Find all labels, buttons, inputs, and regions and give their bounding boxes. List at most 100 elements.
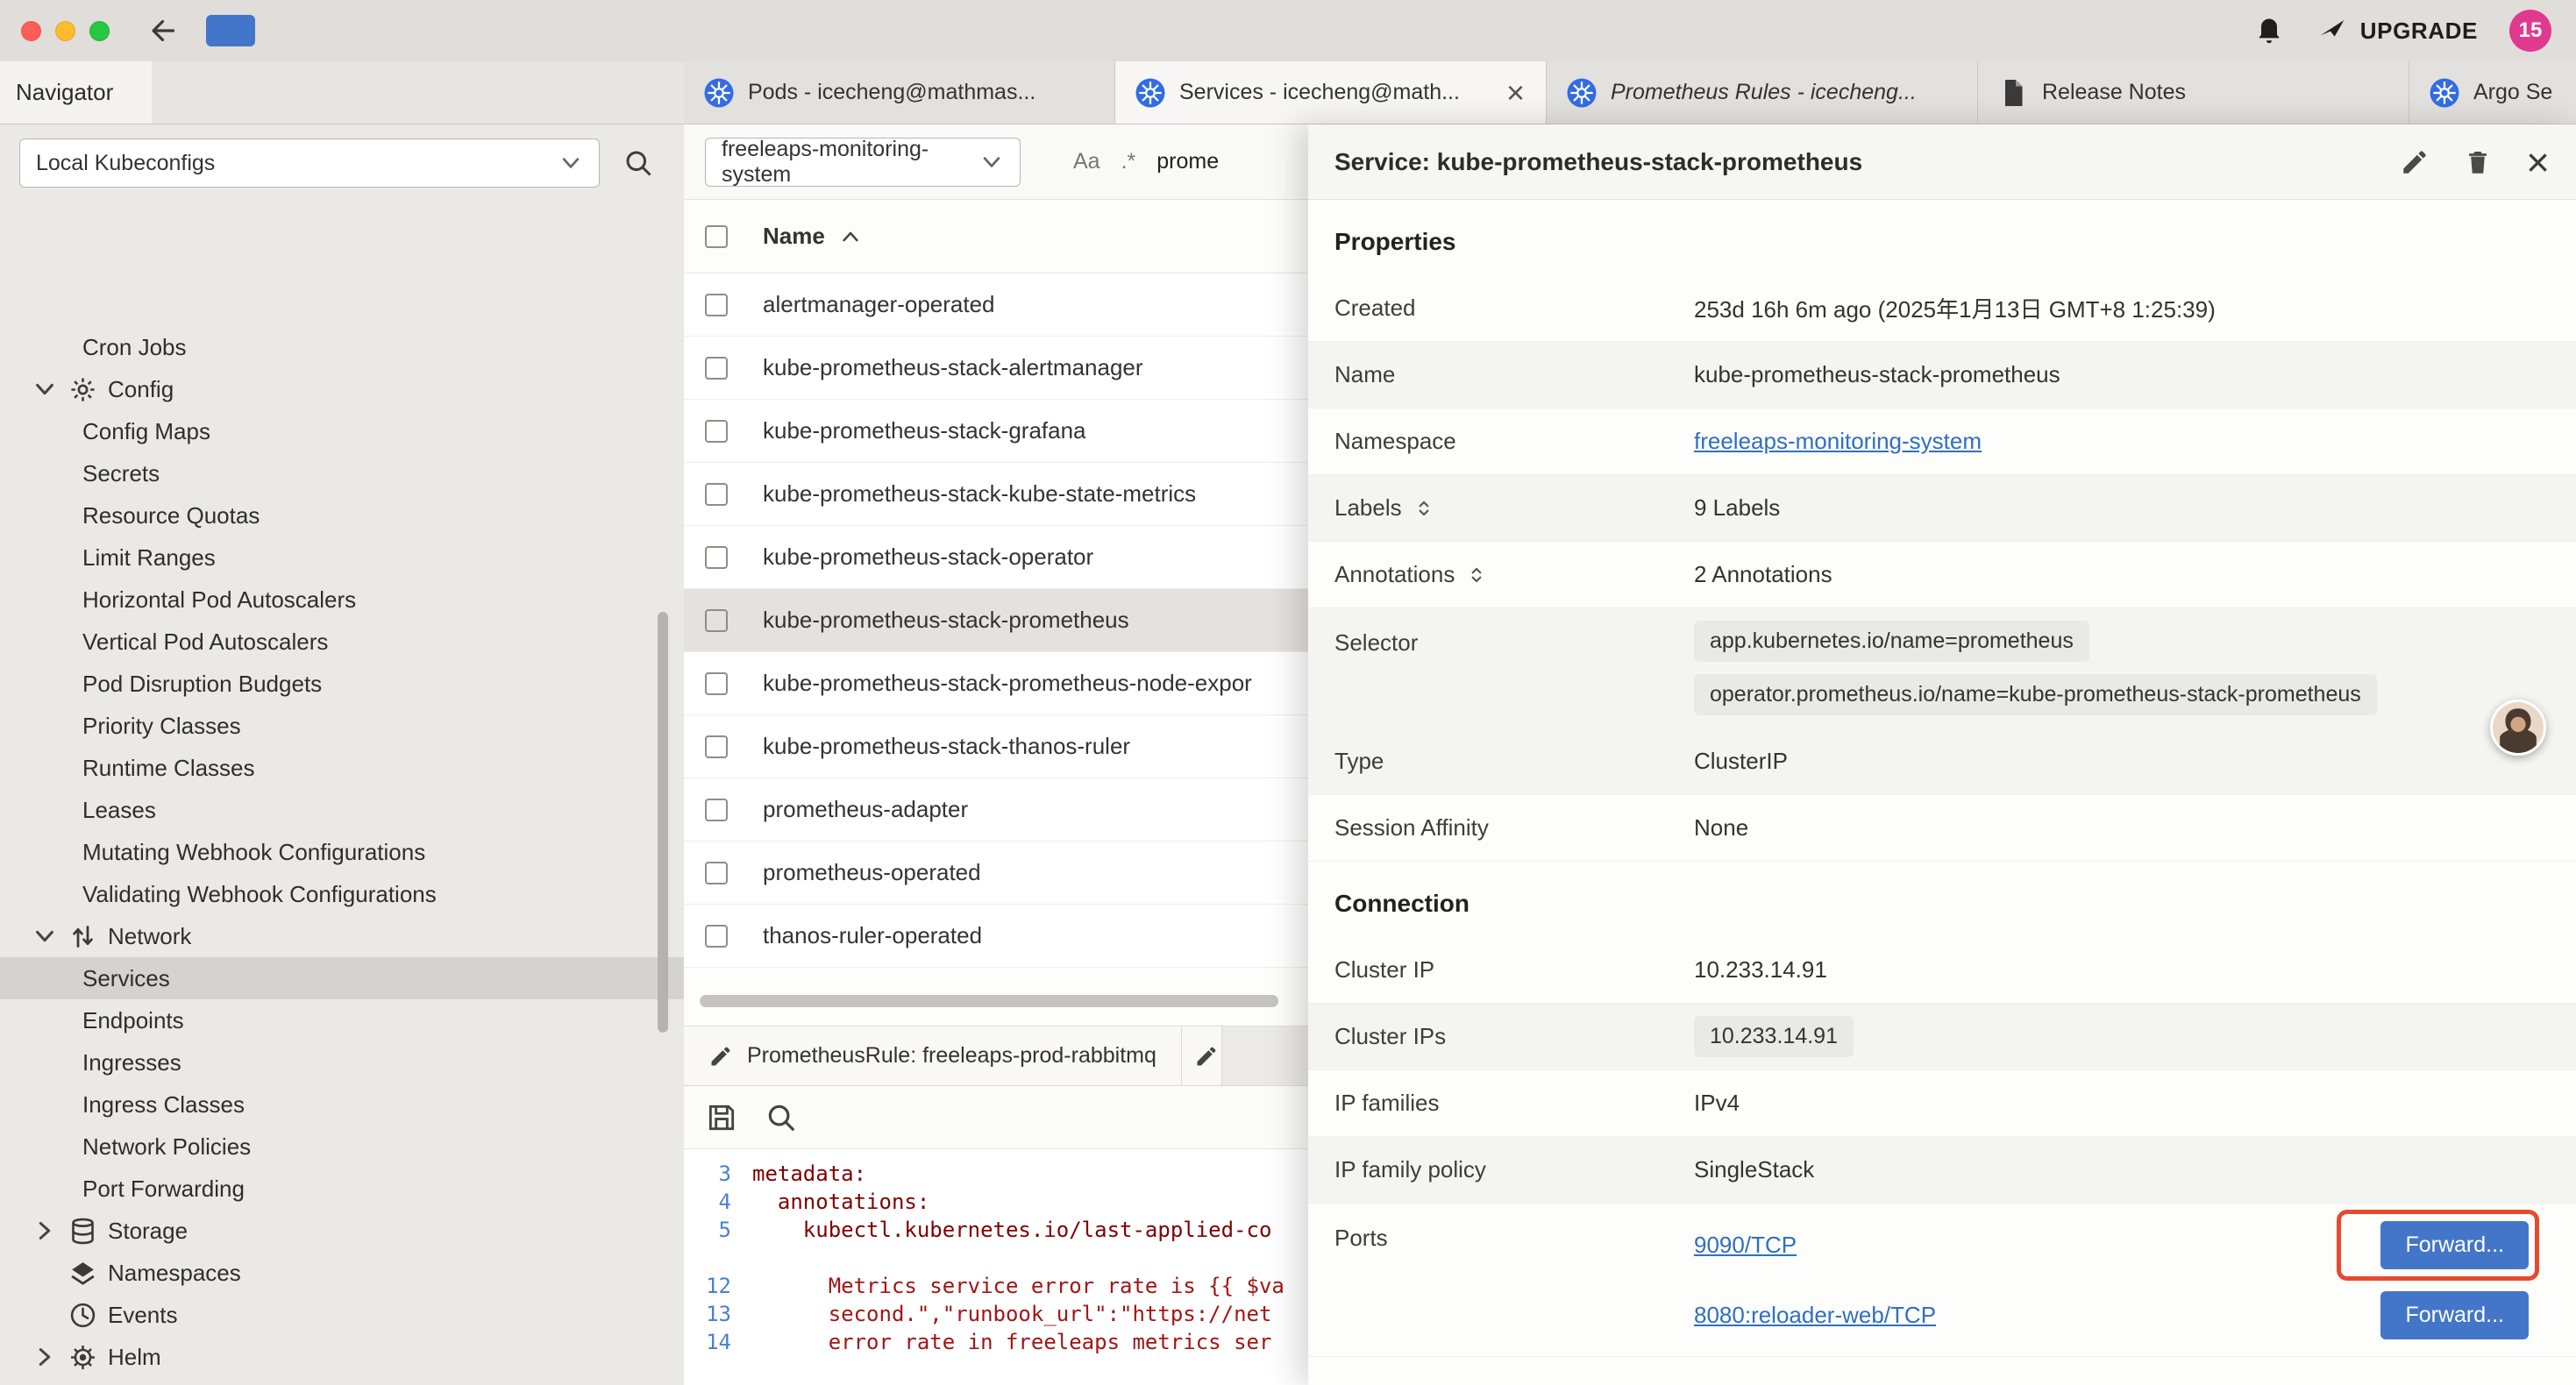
sort-ascending-icon[interactable]	[839, 225, 862, 248]
drawer-title: Service: kube-prometheus-stack-prometheu…	[1334, 148, 1862, 176]
sidebar-item-storage[interactable]: Storage	[0, 1210, 684, 1252]
sidebar-item-namespaces[interactable]: Namespaces	[0, 1252, 684, 1294]
sidebar-item-resource-quotas[interactable]: Resource Quotas	[0, 494, 684, 536]
details-drawer: Service: kube-prometheus-stack-prometheu…	[1308, 124, 2576, 1385]
helm-icon	[68, 1343, 97, 1372]
sidebar-item-mutating-webhook-configurations[interactable]: Mutating Webhook Configurations	[0, 831, 684, 873]
chevron-down-icon[interactable]	[32, 923, 58, 949]
port-entry: 8080:reloader-web/TCP Forward...	[1694, 1286, 2550, 1344]
regex-toggle[interactable]: .*	[1121, 149, 1136, 174]
sidebar-item-limit-ranges[interactable]: Limit Ranges	[0, 536, 684, 579]
row-checkbox[interactable]	[705, 799, 728, 821]
close-icon[interactable]: ×	[2526, 142, 2550, 182]
notification-count-badge[interactable]: 15	[2509, 10, 2551, 52]
port-link[interactable]: 8080:reloader-web/TCP	[1694, 1302, 1936, 1329]
sidebar-item-services[interactable]: Services	[0, 957, 684, 999]
row-checkbox[interactable]	[705, 672, 728, 695]
expand-toggle-icon[interactable]	[1465, 564, 1488, 586]
row-checkbox[interactable]	[705, 735, 728, 758]
sidebar-item-ingress-classes[interactable]: Ingress Classes	[0, 1083, 684, 1126]
detail-row-created: Created253d 16h 6m ago (2025年1月13日 GMT+8…	[1308, 275, 2576, 342]
row-checkbox[interactable]	[705, 546, 728, 569]
sidebar-item-runtime-classes[interactable]: Runtime Classes	[0, 747, 684, 789]
zoom-window-button[interactable]	[89, 21, 110, 41]
delete-icon[interactable]	[2463, 147, 2493, 177]
sidebar-item-secrets[interactable]: Secrets	[0, 452, 684, 494]
close-window-button[interactable]	[21, 21, 41, 41]
search-icon[interactable]	[765, 1101, 798, 1134]
sidebar-item-horizontal-pod-autoscalers[interactable]: Horizontal Pod Autoscalers	[0, 579, 684, 621]
notifications-bell-icon[interactable]	[2253, 15, 2285, 46]
row-checkbox[interactable]	[705, 294, 728, 316]
tab-release-notes[interactable]: Release Notes	[1978, 61, 2409, 124]
forward-button[interactable]: Forward...	[2380, 1291, 2529, 1339]
sidebar-item-endpoints[interactable]: Endpoints	[0, 999, 684, 1041]
forward-button[interactable]: Forward...	[2380, 1221, 2529, 1269]
search-input[interactable]: Aa .* prome	[1073, 149, 1219, 174]
sidebar-item-helm[interactable]: Helm	[0, 1336, 684, 1378]
ip-family-policy-value: SingleStack	[1694, 1156, 2550, 1183]
detail-row-annotations: Annotations2 Annotations	[1308, 542, 2576, 608]
tab-argo-se[interactable]: Argo Se	[2409, 61, 2576, 124]
tab-services-icecheng-math[interactable]: Services - icecheng@math...×	[1115, 61, 1547, 124]
row-checkbox[interactable]	[705, 925, 728, 948]
detail-row-ports: Ports9090/TCPForward...8080:reloader-web…	[1308, 1204, 2576, 1357]
section-heading-connection: Connection	[1308, 862, 2576, 937]
sidebar-item-access-control[interactable]: Access Control	[0, 1378, 684, 1385]
chevron-down-icon[interactable]	[32, 376, 58, 402]
match-case-toggle[interactable]: Aa	[1073, 149, 1100, 174]
kubeconfig-selector[interactable]: Local Kubeconfigs	[19, 138, 600, 188]
row-checkbox[interactable]	[705, 862, 728, 884]
sidebar-item-config[interactable]: Config	[0, 368, 684, 410]
sidebar-item-port-forwarding[interactable]: Port Forwarding	[0, 1168, 684, 1210]
row-checkbox[interactable]	[705, 609, 728, 632]
sidebar-item-pod-disruption-budgets[interactable]: Pod Disruption Budgets	[0, 663, 684, 705]
kubernetes-icon	[1135, 77, 1166, 109]
select-all-checkbox[interactable]	[705, 225, 728, 248]
row-checkbox[interactable]	[705, 357, 728, 380]
chevron-down-icon	[559, 151, 583, 175]
sidebar-item-events[interactable]: Events	[0, 1294, 684, 1336]
close-tab-icon[interactable]: ×	[1505, 77, 1526, 109]
tab-bar: Navigator Pods - icecheng@mathmas...Serv…	[0, 61, 2576, 124]
search-icon[interactable]	[623, 147, 654, 179]
scrollbar-thumb[interactable]	[700, 995, 1278, 1007]
row-checkbox[interactable]	[705, 483, 728, 506]
sidebar-item-validating-webhook-configurations[interactable]: Validating Webhook Configurations	[0, 873, 684, 915]
sidebar-item-priority-classes[interactable]: Priority Classes	[0, 705, 684, 747]
namespaces-icon	[68, 1259, 97, 1288]
tab-pods-icecheng-mathmas[interactable]: Pods - icecheng@mathmas...	[684, 61, 1115, 124]
row-checkbox[interactable]	[705, 420, 728, 443]
line-number: 13	[684, 1300, 752, 1328]
sidebar-scrollbar[interactable]	[658, 612, 668, 1033]
upgrade-button[interactable]: UPGRADE	[2316, 17, 2478, 45]
line-number	[684, 1244, 752, 1272]
editor-tab-prometheusrule[interactable]: PrometheusRule: freeleaps-prod-rabbitmq	[684, 1026, 1182, 1085]
sidebar-item-network-policies[interactable]: Network Policies	[0, 1126, 684, 1168]
namespace-link[interactable]: freeleaps-monitoring-system	[1694, 428, 1982, 455]
sidebar-item-config-maps[interactable]: Config Maps	[0, 410, 684, 452]
sidebar-item-network[interactable]: Network	[0, 915, 684, 957]
editor-tab-partial[interactable]	[1182, 1026, 1222, 1085]
sidebar-item-cron-jobs[interactable]: Cron Jobs	[0, 326, 684, 368]
forward-arrow-icon[interactable]	[206, 15, 255, 46]
sidebar-item-ingresses[interactable]: Ingresses	[0, 1041, 684, 1083]
tab-prometheus-rules-icecheng[interactable]: Prometheus Rules - icecheng...	[1547, 61, 1978, 124]
detail-row-cluster-ips: Cluster IPs10.233.14.91	[1308, 1004, 2576, 1070]
sidebar-item-leases[interactable]: Leases	[0, 789, 684, 831]
back-arrow-icon[interactable]	[148, 15, 180, 46]
window-controls	[21, 21, 110, 41]
save-icon[interactable]	[705, 1101, 738, 1134]
storage-icon	[68, 1217, 97, 1246]
sidebar-item-vertical-pod-autoscalers[interactable]: Vertical Pod Autoscalers	[0, 621, 684, 663]
edit-icon[interactable]	[2400, 147, 2430, 177]
expand-toggle-icon[interactable]	[1413, 497, 1435, 520]
chevron-right-icon[interactable]	[32, 1218, 58, 1244]
chevron-right-icon[interactable]	[32, 1344, 58, 1370]
session-affinity-value: None	[1694, 814, 2550, 842]
port-link[interactable]: 9090/TCP	[1694, 1232, 1797, 1259]
name-column-header[interactable]: Name	[763, 223, 825, 250]
user-avatar[interactable]	[2490, 700, 2546, 756]
minimize-window-button[interactable]	[55, 21, 75, 41]
namespace-filter[interactable]: freeleaps-monitoring-system	[705, 138, 1021, 187]
